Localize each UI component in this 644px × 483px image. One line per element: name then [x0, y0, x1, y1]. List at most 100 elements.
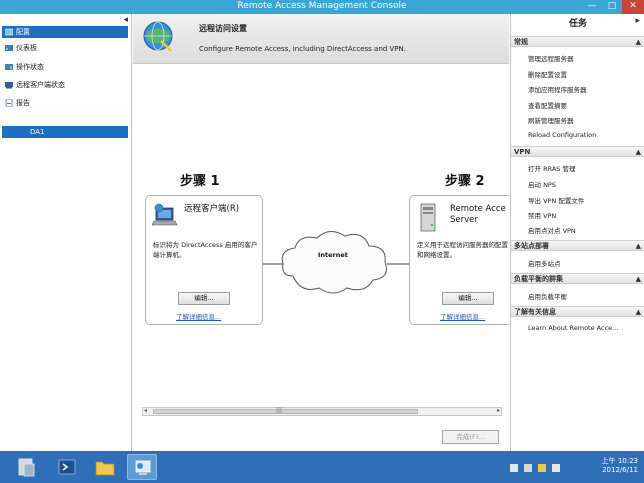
powershell-taskbar-button[interactable] [52, 454, 82, 480]
chevron-up-icon: ▲ [635, 148, 641, 156]
task-item[interactable]: 添加应用程序服务器 [528, 84, 587, 94]
chevron-up-icon: ▲ [635, 242, 641, 250]
finish-button[interactable]: 完成(F)... [442, 430, 499, 444]
task-item[interactable]: 打开 RRAS 管理 [528, 163, 575, 173]
powershell-icon [58, 459, 76, 475]
task-item[interactable]: 启动 NPS [528, 179, 556, 189]
taskbar: 上午 10:23 2012/6/11 [0, 451, 644, 483]
internet-cloud-icon [281, 231, 387, 294]
clock[interactable]: 上午 10:23 2012/6/11 [602, 457, 638, 475]
nav-item-label: 远程客户端状态 [16, 81, 65, 89]
chevron-up-icon: ▲ [635, 275, 641, 283]
action-center-tray-icon[interactable] [538, 464, 546, 472]
nav-item-label: 操作状态 [16, 63, 44, 71]
scroll-left-icon[interactable]: ◂ [144, 407, 147, 414]
section-label: 负载平衡的群集 [514, 275, 563, 283]
nav-item-label: 配置 [16, 28, 30, 36]
task-item[interactable]: 禁用 VPN [528, 210, 556, 220]
clock-date: 2012/6/11 [602, 466, 638, 474]
globe-network-icon [143, 21, 173, 52]
server-name: DA1 [30, 128, 45, 136]
server-manager-taskbar-button[interactable] [12, 454, 42, 480]
remote-client-status-icon [5, 82, 13, 89]
folder-icon [95, 461, 115, 476]
internet-label: Internet [318, 251, 348, 259]
title-bar: Remote Access Management Console — □ ✕ [0, 0, 644, 14]
remote-clients-description: 标识将为 DirectAccess 启用的客户端计算机。 [153, 241, 258, 259]
clock-time: 上午 10:23 [601, 457, 638, 465]
task-item[interactable]: 启用负载平衡 [528, 291, 567, 301]
nav-item-config[interactable]: 配置 [2, 26, 128, 38]
tasks-section-vpn[interactable]: VPN ▲ [511, 146, 644, 157]
remote-access-server-card: Remote Acce Server 定义用于远程访问服务器的配置和网络设置。 … [409, 195, 509, 325]
close-button[interactable]: ✕ [622, 0, 644, 14]
task-item[interactable]: 启用点对点 VPN [528, 225, 576, 235]
scroll-thumb[interactable] [153, 409, 418, 414]
network-tray-icon[interactable] [510, 464, 518, 472]
config-icon [5, 28, 13, 36]
dashboard-icon [5, 45, 13, 51]
server-description: 定义用于远程访问服务器的配置和网络设置。 [417, 241, 508, 259]
task-item[interactable]: Reload Configuration [528, 131, 596, 139]
chevron-up-icon: ▲ [635, 308, 641, 316]
remote-access-taskbar-button[interactable] [127, 454, 157, 480]
learn-more-link[interactable]: 了解详细信息... [176, 311, 221, 321]
nav-item-remote-client-status[interactable]: 远程客户端状态 [2, 79, 128, 91]
laptop-icon [152, 203, 178, 226]
remote-clients-title: 远程客户端(R) [184, 204, 240, 214]
edit-clients-button[interactable]: 编辑... [178, 292, 230, 305]
system-tray: 上午 10:23 2012/6/11 [508, 455, 638, 479]
server-title-line2: Server [450, 215, 478, 225]
banner-title: 远程访问设置 [199, 24, 247, 33]
window-title: Remote Access Management Console [237, 1, 407, 11]
step1-heading: 步骤 1 [180, 174, 220, 189]
server-title: Remote Acce Server [450, 204, 506, 226]
banner-subtitle: Configure Remote Access, including Direc… [199, 45, 406, 53]
operation-status-icon [5, 64, 13, 70]
section-label: 了解有关信息 [514, 308, 556, 316]
scroll-right-icon[interactable]: ▸ [497, 407, 500, 414]
scroll-grip-icon: ||| [276, 407, 283, 414]
horizontal-scrollbar[interactable]: ◂ ||| ▸ [142, 407, 502, 416]
main-content: 远程访问设置 Configure Remote Access, includin… [133, 14, 509, 451]
maximize-button[interactable]: □ [602, 0, 622, 14]
task-item[interactable]: 查看配置摘要 [528, 100, 567, 110]
task-item[interactable]: 管理远程服务器 [528, 53, 574, 63]
file-explorer-taskbar-button[interactable] [90, 454, 120, 480]
nav-item-label: 报告 [16, 99, 30, 107]
section-label: 常规 [514, 38, 528, 46]
edit-server-button[interactable]: 编辑... [442, 292, 494, 305]
collapse-tasks-icon[interactable]: ▸ [635, 16, 640, 26]
tasks-section-nlb[interactable]: 负载平衡的群集 ▲ [511, 273, 644, 284]
left-navigation: ◂ 配置 仪表板 操作状态 远程客户端状态 报告 DA1 [0, 14, 132, 451]
section-label: 多站点部署 [514, 242, 549, 250]
volume-tray-icon[interactable] [552, 464, 560, 472]
task-item[interactable]: Learn About Remote Acce... [528, 324, 618, 332]
server-manager-icon [18, 458, 35, 477]
step2-heading: 步骤 2 [445, 174, 485, 189]
collapse-nav-icon[interactable]: ◂ [123, 15, 128, 25]
task-item[interactable]: 启用多站点 [528, 258, 561, 268]
tray-icons [510, 464, 560, 472]
nav-item-report[interactable]: 报告 [2, 97, 128, 109]
server-item-da1[interactable]: DA1 [2, 126, 128, 138]
tasks-section-general[interactable]: 常规 ▲ [511, 36, 644, 47]
remote-access-icon [135, 460, 151, 475]
nav-item-dashboard[interactable]: 仪表板 [2, 42, 128, 54]
task-item[interactable]: 刷新管理服务器 [528, 115, 574, 125]
flag-tray-icon[interactable] [524, 464, 532, 472]
server-title-line1: Remote Acce [450, 204, 506, 214]
tasks-section-info[interactable]: 了解有关信息 ▲ [511, 306, 644, 317]
tasks-title: 任务 [568, 19, 587, 29]
remote-clients-card: 远程客户端(R) 标识将为 DirectAccess 启用的客户端计算机。 编辑… [145, 195, 263, 325]
nav-item-operation-status[interactable]: 操作状态 [2, 61, 128, 73]
report-icon [5, 99, 13, 107]
task-item[interactable]: 删除配置设置 [528, 69, 567, 79]
section-label: VPN [514, 148, 531, 156]
tasks-section-multisite[interactable]: 多站点部署 ▲ [511, 240, 644, 251]
setup-banner: 远程访问设置 Configure Remote Access, includin… [133, 14, 509, 64]
learn-more-link[interactable]: 了解详细信息... [440, 311, 485, 321]
minimize-button[interactable]: — [582, 0, 602, 14]
chevron-up-icon: ▲ [635, 38, 641, 46]
task-item[interactable]: 导出 VPN 配置文件 [528, 195, 584, 205]
